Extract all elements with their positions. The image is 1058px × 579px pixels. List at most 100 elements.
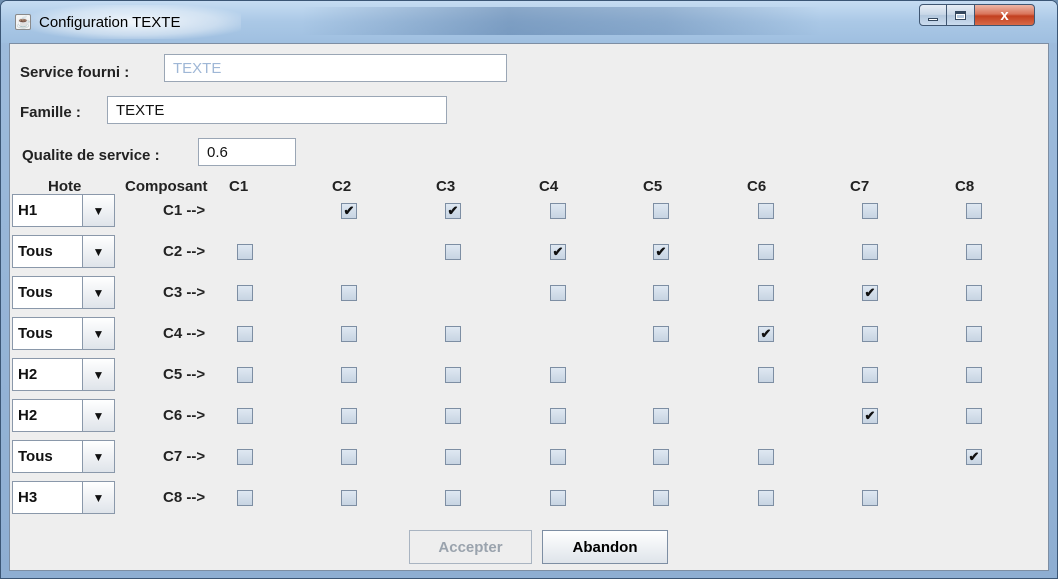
checkbox-c1-c6[interactable] [758, 203, 774, 219]
checkbox-c7-c6[interactable] [758, 449, 774, 465]
checkbox-c2-c7[interactable] [862, 244, 878, 260]
dropdown-arrow-icon[interactable]: ▼ [82, 195, 114, 226]
qualite-label: Qualite de service : [22, 147, 160, 164]
checkbox-c2-c6[interactable] [758, 244, 774, 260]
close-button[interactable]: x [975, 4, 1035, 26]
checkbox-c4-c1[interactable] [237, 326, 253, 342]
checkbox-c4-c3[interactable] [445, 326, 461, 342]
column-header-c4: C4 [539, 178, 559, 195]
dropdown-arrow-icon[interactable]: ▼ [82, 441, 114, 472]
hote-select-row-6[interactable]: H2 ▼ [12, 399, 115, 432]
checkbox-c4-c7[interactable] [862, 326, 878, 342]
checkbox-c7-c3[interactable] [445, 449, 461, 465]
qualite-field[interactable] [198, 138, 296, 166]
checkbox-c6-c3[interactable] [445, 408, 461, 424]
column-header-c5: C5 [643, 178, 663, 195]
checkbox-c6-c4[interactable] [550, 408, 566, 424]
dropdown-arrow-icon[interactable]: ▼ [82, 277, 114, 308]
row-label: C1 --> [163, 202, 206, 219]
dropdown-arrow-icon[interactable]: ▼ [82, 236, 114, 267]
checkbox-c4-c8[interactable] [966, 326, 982, 342]
checkbox-c7-c8[interactable]: ✔ [966, 449, 982, 465]
checkbox-c5-c8[interactable] [966, 367, 982, 383]
checkbox-c3-c4[interactable] [550, 285, 566, 301]
checkbox-c4-c6[interactable]: ✔ [758, 326, 774, 342]
checkbox-c1-c7[interactable] [862, 203, 878, 219]
checkbox-c2-c8[interactable] [966, 244, 982, 260]
checkbox-c6-c5[interactable] [653, 408, 669, 424]
column-header-c8: C8 [955, 178, 975, 195]
checkbox-c5-c3[interactable] [445, 367, 461, 383]
checkbox-c5-c1[interactable] [237, 367, 253, 383]
famille-field[interactable] [107, 96, 447, 124]
cancel-button[interactable]: Abandon [542, 530, 668, 564]
maximize-button[interactable] [947, 4, 975, 26]
checkbox-c1-c3[interactable]: ✔ [445, 203, 461, 219]
checkbox-c5-c6[interactable] [758, 367, 774, 383]
hote-select-row-5[interactable]: H2 ▼ [12, 358, 115, 391]
accept-button[interactable]: Accepter [409, 530, 532, 564]
checkbox-c8-c6[interactable] [758, 490, 774, 506]
checkbox-c1-c4[interactable] [550, 203, 566, 219]
title-bar[interactable]: ☕ Configuration TEXTE x [1, 1, 1057, 43]
dropdown-arrow-icon[interactable]: ▼ [82, 318, 114, 349]
checkbox-c1-c5[interactable] [653, 203, 669, 219]
row-label: C8 --> [163, 489, 206, 506]
checkbox-c8-c5[interactable] [653, 490, 669, 506]
checkbox-c7-c4[interactable] [550, 449, 566, 465]
dialog-content: Service fourni : Famille : Qualite de se… [9, 43, 1049, 571]
hote-select-row-7[interactable]: Tous ▼ [12, 440, 115, 473]
row-label: C4 --> [163, 325, 206, 342]
checkbox-c3-c1[interactable] [237, 285, 253, 301]
checkbox-c4-c5[interactable] [653, 326, 669, 342]
window-title: Configuration TEXTE [39, 14, 181, 31]
checkbox-c1-c2[interactable]: ✔ [341, 203, 357, 219]
hote-select-row-8[interactable]: H3 ▼ [12, 481, 115, 514]
checkbox-c2-c1[interactable] [237, 244, 253, 260]
famille-label: Famille : [20, 104, 81, 121]
maximize-icon [955, 10, 966, 20]
row-label: C2 --> [163, 243, 206, 260]
checkbox-c8-c4[interactable] [550, 490, 566, 506]
checkbox-c2-c3[interactable] [445, 244, 461, 260]
checkbox-c6-c8[interactable] [966, 408, 982, 424]
checkbox-c6-c1[interactable] [237, 408, 253, 424]
checkbox-c8-c3[interactable] [445, 490, 461, 506]
checkbox-c1-c8[interactable] [966, 203, 982, 219]
composant-header: Composant [125, 178, 208, 195]
hote-select-value: Tous [18, 243, 53, 260]
checkbox-c3-c2[interactable] [341, 285, 357, 301]
column-header-c3: C3 [436, 178, 456, 195]
checkbox-c5-c4[interactable] [550, 367, 566, 383]
title-decoration [301, 7, 821, 35]
checkbox-c8-c1[interactable] [237, 490, 253, 506]
minimize-button[interactable] [919, 4, 947, 26]
checkbox-c3-c5[interactable] [653, 285, 669, 301]
dropdown-arrow-icon[interactable]: ▼ [82, 359, 114, 390]
checkbox-c2-c5[interactable]: ✔ [653, 244, 669, 260]
checkbox-c5-c7[interactable] [862, 367, 878, 383]
checkbox-c4-c2[interactable] [341, 326, 357, 342]
hote-select-row-3[interactable]: Tous ▼ [12, 276, 115, 309]
checkbox-c8-c7[interactable] [862, 490, 878, 506]
dropdown-arrow-icon[interactable]: ▼ [82, 400, 114, 431]
checkbox-c6-c2[interactable] [341, 408, 357, 424]
checkbox-c3-c7[interactable]: ✔ [862, 285, 878, 301]
checkbox-c8-c2[interactable] [341, 490, 357, 506]
service-field[interactable] [164, 54, 507, 82]
hote-select-row-4[interactable]: Tous ▼ [12, 317, 115, 350]
checkbox-c5-c2[interactable] [341, 367, 357, 383]
hote-select-row-2[interactable]: Tous ▼ [12, 235, 115, 268]
checkbox-c3-c6[interactable] [758, 285, 774, 301]
hote-select-row-1[interactable]: H1 ▼ [12, 194, 115, 227]
checkbox-c7-c1[interactable] [237, 449, 253, 465]
checkbox-c2-c4[interactable]: ✔ [550, 244, 566, 260]
close-icon: x [1000, 6, 1009, 24]
checkbox-c7-c2[interactable] [341, 449, 357, 465]
checkbox-c3-c8[interactable] [966, 285, 982, 301]
hote-select-value: H3 [18, 489, 38, 506]
dropdown-arrow-icon[interactable]: ▼ [82, 482, 114, 513]
checkbox-c7-c5[interactable] [653, 449, 669, 465]
hote-select-value: H2 [18, 366, 38, 383]
checkbox-c6-c7[interactable]: ✔ [862, 408, 878, 424]
